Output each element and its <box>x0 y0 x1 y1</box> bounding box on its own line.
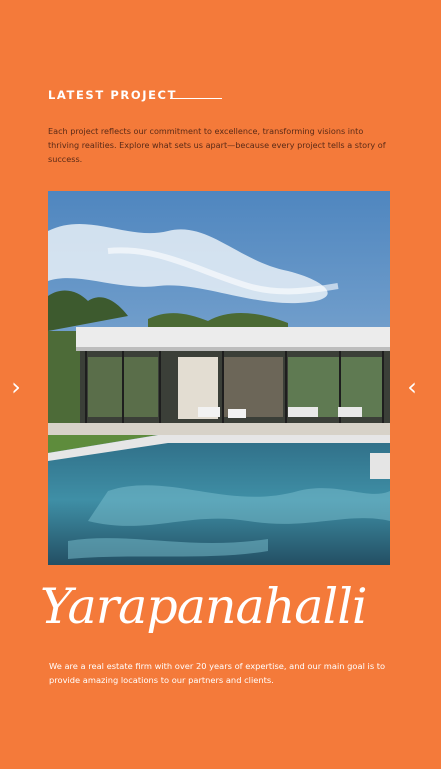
chevron-right-icon: › <box>11 373 21 401</box>
project-image <box>48 191 390 565</box>
carousel-prev-button[interactable]: ‹ <box>402 372 422 402</box>
section-intro: Each project reflects our commitment to … <box>48 126 386 164</box>
project-description: We are a real estate firm with over 20 y… <box>49 661 386 685</box>
chevron-left-icon: ‹ <box>407 373 417 401</box>
section-title: LATEST PROJECT <box>48 88 178 102</box>
carousel-next-button[interactable]: › <box>6 372 26 402</box>
title-underline <box>170 98 222 99</box>
project-name: Yarapanahalli <box>40 578 368 635</box>
